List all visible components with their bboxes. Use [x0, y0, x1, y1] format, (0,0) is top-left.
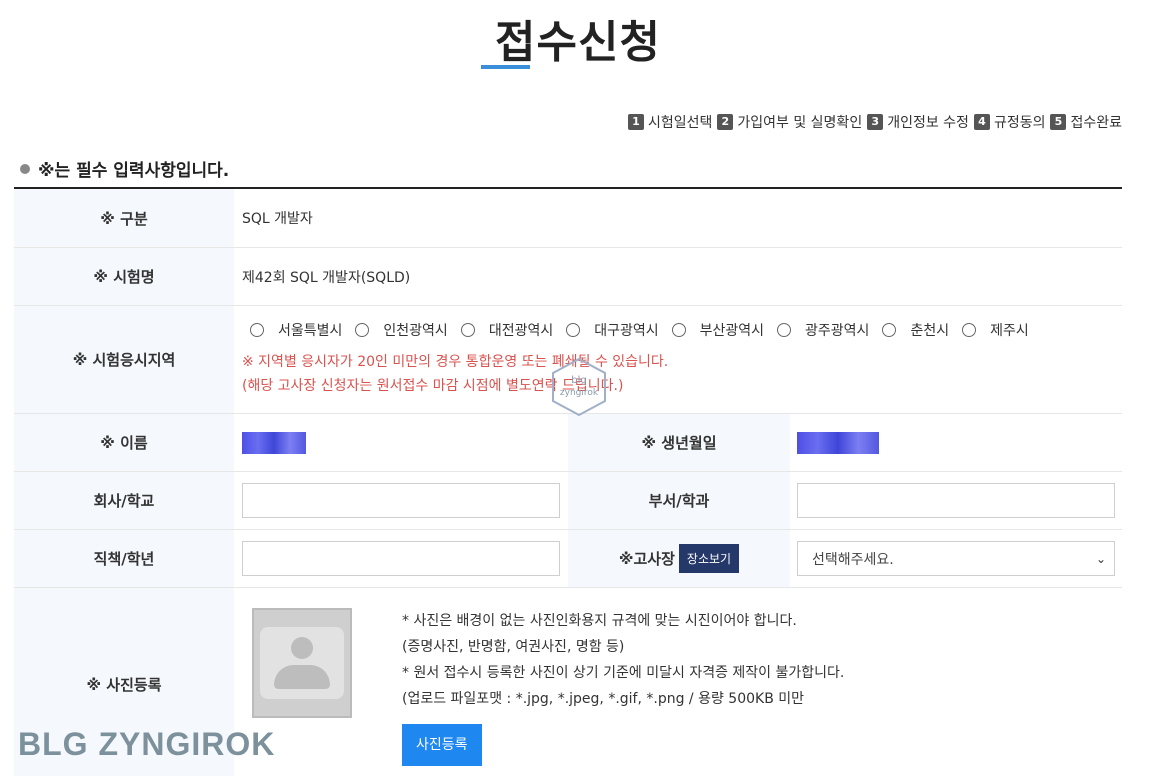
- view-venue-button[interactable]: 장소보기: [678, 544, 740, 573]
- stamp-text-1: blg: [571, 375, 586, 386]
- step-label: 접수완료: [1070, 115, 1122, 131]
- radio-incheon[interactable]: 인천광역시: [355, 320, 448, 340]
- radio-daejeon[interactable]: 대전광역시: [460, 320, 554, 340]
- venue-label-cell: ※고사장 장소보기: [568, 530, 790, 587]
- radio-label: 서울특별시: [278, 323, 343, 339]
- head-shape: [291, 637, 313, 659]
- radio-icon[interactable]: [671, 323, 686, 337]
- watermark-text: BLG ZYNGIROK: [18, 726, 276, 762]
- photo-notes: * 사진은 배경이 없는 사진인화용지 규격에 맞는 시진이어야 합니다. (증…: [402, 608, 844, 776]
- step-label: 가입여부 및 실명확인: [737, 115, 863, 131]
- watermark-stamp: blg zyngirok: [552, 357, 606, 417]
- shoulder-shape: [274, 665, 330, 689]
- row-company-dept: 회사/학교 부서/학과: [14, 472, 1122, 530]
- region-options: 서울특별시 인천광역시 대전광역시 대구광역시 부산광역시 광주광역시 춘천시 …: [234, 306, 1122, 413]
- region-radio-group: 서울특별시 인천광역시 대전광역시 대구광역시 부산광역시 광주광역시 춘천시 …: [250, 320, 1122, 340]
- upload-photo-button[interactable]: 사진등록: [402, 724, 482, 766]
- photo-area: * 사진은 배경이 없는 사진인화용지 규격에 맞는 시진이어야 합니다. (증…: [234, 588, 1122, 776]
- radio-gwangju[interactable]: 광주광역시: [777, 320, 869, 340]
- step-number: 4: [973, 114, 990, 130]
- step-label: 시험일선택: [647, 115, 713, 131]
- photo-note-4: (업로드 파일포맷 : *.jpg, *.jpeg, *.gif, *.png …: [402, 691, 805, 707]
- step-label: 개인정보 수정: [887, 115, 969, 131]
- step-1: 1 시험일선택: [627, 112, 713, 132]
- position-cell: [234, 530, 568, 587]
- photo-note-2: (증명사진, 반명함, 여권사진, 명함 등): [402, 639, 625, 655]
- region-warning-line1: ※ 지역별 응시자가 20인 미만의 경우 통합운영 또는 폐쇄될 수 있습니다…: [242, 354, 669, 370]
- radio-chuncheon[interactable]: 춘천시: [882, 320, 949, 340]
- step-number: 3: [867, 114, 884, 130]
- name-value: [234, 414, 568, 471]
- stamp-hexagon: [552, 357, 606, 417]
- step-2: 2 가입여부 및 실명확인: [717, 112, 862, 132]
- region-warning: ※ 지역별 응시자가 20인 미만의 경우 통합운영 또는 폐쇄될 수 있습니다…: [242, 350, 1122, 398]
- row-name-birth: ※ 이름 ※ 생년월일: [14, 414, 1122, 472]
- position-input[interactable]: [242, 541, 560, 576]
- name-label: ※ 이름: [14, 414, 234, 471]
- row-position-venue: 직책/학년 ※고사장 장소보기 선택해주세요. ⌄: [14, 530, 1122, 588]
- step-3: 3 개인정보 수정: [867, 112, 969, 132]
- radio-daegu[interactable]: 대구광역시: [566, 320, 659, 340]
- photo-note-3: * 원서 접수시 등록한 사진이 상기 기준에 미달시 자격증 제작이 불가합니…: [402, 665, 845, 681]
- position-label: 직책/학년: [14, 530, 234, 587]
- redacted-name: [242, 431, 306, 454]
- step-indicator: 1 시험일선택 2 가입여부 및 실명확인 3 개인정보 수정 4 규정동의 5 접수완료: [623, 112, 1122, 132]
- radio-busan[interactable]: 부산광역시: [671, 320, 765, 340]
- row-category: ※ 구분 SQL 개발자: [14, 189, 1122, 248]
- required-note: ※는 필수 입력사항입니다.: [20, 156, 229, 181]
- step-number: 5: [1050, 114, 1067, 130]
- title-underline: [481, 65, 530, 69]
- radio-icon[interactable]: [777, 323, 792, 337]
- bullet-icon: [20, 163, 30, 174]
- birth-label: ※ 생년월일: [568, 414, 790, 471]
- venue-label: ※고사장: [618, 550, 675, 568]
- stamp-text-2: zyngirok: [560, 388, 599, 398]
- radio-label: 부산광역시: [699, 323, 765, 339]
- radio-icon[interactable]: [355, 323, 370, 337]
- step-number: 1: [627, 114, 644, 130]
- radio-icon[interactable]: [250, 323, 264, 337]
- radio-label: 춘천시: [910, 323, 950, 339]
- user-silhouette-icon: [260, 627, 344, 699]
- region-label: ※ 시험응시지역: [14, 306, 234, 413]
- radio-icon[interactable]: [962, 323, 977, 337]
- photo-placeholder: [252, 608, 352, 718]
- row-exam-name: ※ 시험명 제42회 SQL 개발자(SQLD): [14, 248, 1122, 306]
- radio-icon[interactable]: [460, 323, 475, 337]
- exam-name-value: 제42회 SQL 개발자(SQLD): [242, 269, 411, 286]
- radio-icon[interactable]: [566, 323, 581, 337]
- radio-jeju[interactable]: 제주시: [962, 320, 1029, 340]
- step-number: 2: [717, 114, 734, 130]
- company-input[interactable]: [242, 483, 560, 518]
- page-title: 접수신청: [495, 17, 661, 68]
- birth-value: [790, 414, 1122, 471]
- photo-note-1: * 사진은 배경이 없는 사진인화용지 규격에 맞는 시진이어야 합니다.: [402, 613, 797, 629]
- radio-seoul[interactable]: 서울특별시: [250, 320, 342, 340]
- radio-label: 광주광역시: [805, 323, 870, 339]
- radio-label: 제주시: [990, 323, 1029, 339]
- company-cell: [234, 472, 568, 529]
- department-cell: [790, 472, 1122, 529]
- step-4: 4 규정동의: [973, 112, 1046, 132]
- department-input[interactable]: [797, 483, 1115, 518]
- chevron-down-icon: ⌄: [1095, 551, 1106, 566]
- application-form: ※ 구분 SQL 개발자 ※ 시험명 제42회 SQL 개발자(SQLD) ※ …: [14, 187, 1122, 776]
- region-warning-line2: (해당 고사장 신청자는 원서접수 마감 시점에 별도연락 드립니다.): [242, 378, 624, 394]
- redacted-birth: [797, 431, 879, 454]
- category-label: ※ 구분: [14, 189, 234, 247]
- company-label: 회사/학교: [14, 472, 234, 529]
- step-label: 규정동의: [993, 115, 1046, 131]
- radio-icon[interactable]: [882, 323, 897, 337]
- required-note-text: ※는 필수 입력사항입니다.: [38, 161, 230, 181]
- department-label: 부서/학과: [568, 472, 790, 529]
- venue-select[interactable]: 선택해주세요. ⌄: [797, 541, 1115, 576]
- category-value: SQL 개발자: [242, 211, 313, 227]
- radio-label: 대구광역시: [594, 323, 659, 339]
- radio-label: 대전광역시: [488, 323, 554, 339]
- venue-selected: 선택해주세요.: [812, 551, 894, 568]
- radio-label: 인천광역시: [383, 323, 448, 339]
- step-5: 5 접수완료: [1050, 112, 1122, 132]
- venue-cell: 선택해주세요. ⌄: [790, 530, 1122, 587]
- exam-name-label: ※ 시험명: [14, 248, 234, 305]
